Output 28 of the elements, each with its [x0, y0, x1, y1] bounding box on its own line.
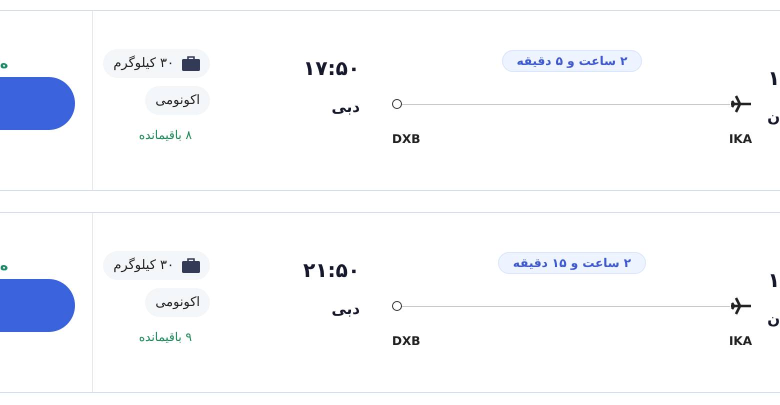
arrival-city: دبی [330, 300, 360, 318]
origin-code: IKA [728, 132, 752, 146]
departure-time: ۱ [766, 66, 780, 90]
duration-badge: ۲ ساعت و ۱۵ دقیقه [498, 252, 646, 274]
cabin-chip: اکونومی [145, 86, 210, 115]
arrival-time: ۱۷:۵۰ [302, 56, 360, 80]
departure-city: ن [766, 310, 780, 328]
suitcase-icon [182, 56, 200, 71]
seats-left-text: ۹ باقیمانده [138, 330, 192, 344]
arrival-time: ۲۱:۵۰ [302, 258, 360, 282]
price-text: ه [0, 258, 8, 274]
departure-city: ن [766, 108, 780, 126]
seats-left-text: ۸ باقیمانده [138, 128, 192, 142]
destination-dot [392, 99, 402, 109]
airplane-icon [730, 296, 752, 316]
airplane-icon [730, 94, 752, 114]
origin-code: IKA [728, 334, 752, 348]
baggage-text: ۳۰ کیلوگرم [113, 56, 174, 71]
arrival-city: دبی [330, 98, 360, 116]
destination-code: DXB [392, 334, 420, 348]
cabin-chip: اکونومی [145, 288, 210, 317]
suitcase-icon [182, 258, 200, 273]
destination-code: DXB [392, 132, 420, 146]
price-text: ه [0, 56, 8, 72]
duration-badge: ۲ ساعت و ۵ دقیقه [502, 50, 642, 72]
baggage-text: ۳۰ کیلوگرم [113, 258, 174, 273]
destination-dot [392, 301, 402, 311]
departure-time: ۱ [766, 268, 780, 292]
